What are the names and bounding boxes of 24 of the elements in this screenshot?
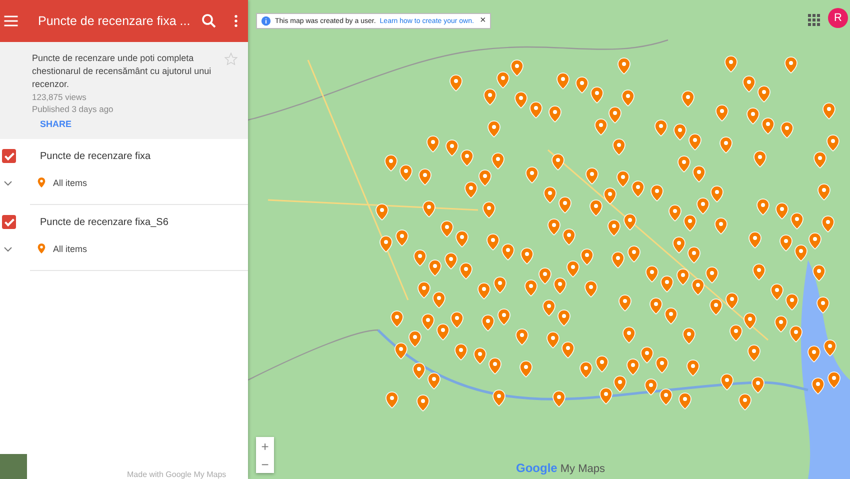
map-description: Puncte de recenzare unde poti completa chestionarul de recensământ cu ajutorul unui recenzor.	[32, 52, 212, 91]
credit-text: Made with Google My Maps	[127, 470, 226, 479]
product-name: My Maps	[560, 463, 605, 475]
zoom-out-button[interactable]: −	[256, 455, 274, 473]
pin-icon	[36, 241, 47, 256]
google-logo: Google	[516, 461, 558, 475]
layer-items-link[interactable]: All items	[53, 178, 88, 188]
apps-grid-icon[interactable]	[808, 14, 820, 26]
layer-name: Puncte de recenzare fixa_S6	[40, 216, 168, 228]
layer-checkbox[interactable]	[2, 215, 16, 229]
layer-items-link[interactable]: All items	[53, 244, 88, 254]
map-title: Puncte de recenzare fixa ...	[38, 14, 190, 28]
share-link[interactable]: SHARE	[40, 119, 238, 129]
published-date: Published 3 days ago	[32, 103, 114, 115]
satellite-thumbnail[interactable]	[0, 454, 27, 479]
view-count: 123,875 views	[32, 91, 88, 103]
search-icon[interactable]	[200, 12, 218, 30]
layer-checkbox[interactable]	[2, 149, 16, 163]
close-button[interactable]: ×	[478, 16, 486, 26]
star-icon[interactable]	[224, 52, 238, 66]
pin-icon	[36, 175, 47, 190]
info-icon	[261, 16, 271, 26]
layer-name: Puncte de recenzare fixa	[40, 150, 151, 162]
zoom-in-button[interactable]: +	[256, 437, 274, 455]
